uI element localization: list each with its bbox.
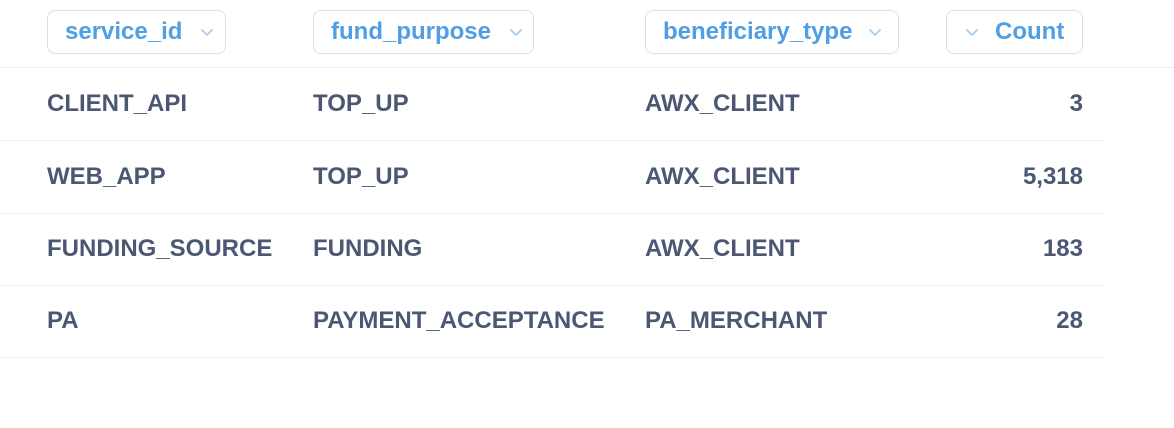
cell-count: 28 <box>1056 307 1083 334</box>
cell-beneficiary-type: AWX_CLIENT <box>645 90 800 117</box>
cell-beneficiary-type: AWX_CLIENT <box>645 235 800 262</box>
table-row: CLIENT_API TOP_UP AWX_CLIENT 3 <box>0 68 1104 141</box>
chevron-down-icon <box>198 23 216 41</box>
table-header-row: service_id fund_purpose beneficiary_type… <box>0 0 1174 68</box>
cell-service-id: FUNDING_SOURCE <box>47 235 273 262</box>
column-header-beneficiary-type[interactable]: beneficiary_type <box>645 10 899 54</box>
column-header-count[interactable]: Count <box>946 10 1083 54</box>
cell-fund-purpose: TOP_UP <box>313 90 409 117</box>
column-header-fund-purpose[interactable]: fund_purpose <box>313 10 534 54</box>
table-row: WEB_APP TOP_UP AWX_CLIENT 5,318 <box>0 141 1104 214</box>
cell-fund-purpose: PAYMENT_ACCEPTANCE <box>313 307 605 334</box>
column-header-label: beneficiary_type <box>663 18 853 45</box>
cell-fund-purpose: TOP_UP <box>313 163 409 190</box>
column-header-service-id[interactable]: service_id <box>47 10 226 54</box>
chevron-down-icon <box>507 23 525 41</box>
cell-count: 3 <box>1069 90 1083 117</box>
column-header-label: fund_purpose <box>331 18 491 45</box>
column-header-label: Count <box>995 18 1065 45</box>
cell-service-id: PA <box>47 307 79 334</box>
chevron-down-icon <box>963 23 981 41</box>
cell-count: 183 <box>1042 235 1083 262</box>
data-table: service_id fund_purpose beneficiary_type… <box>0 0 1174 428</box>
cell-service-id: CLIENT_API <box>47 90 188 117</box>
table-row: PA PAYMENT_ACCEPTANCE PA_MERCHANT 28 <box>0 285 1104 358</box>
cell-service-id: WEB_APP <box>47 163 166 190</box>
cell-beneficiary-type: PA_MERCHANT <box>645 307 828 334</box>
chevron-down-icon <box>866 23 884 41</box>
cell-count: 5,318 <box>1022 163 1083 190</box>
column-header-label: service_id <box>65 18 183 45</box>
cell-beneficiary-type: AWX_CLIENT <box>645 163 800 190</box>
table-row: FUNDING_SOURCE FUNDING AWX_CLIENT 183 <box>0 213 1104 286</box>
cell-fund-purpose: FUNDING <box>313 235 423 262</box>
